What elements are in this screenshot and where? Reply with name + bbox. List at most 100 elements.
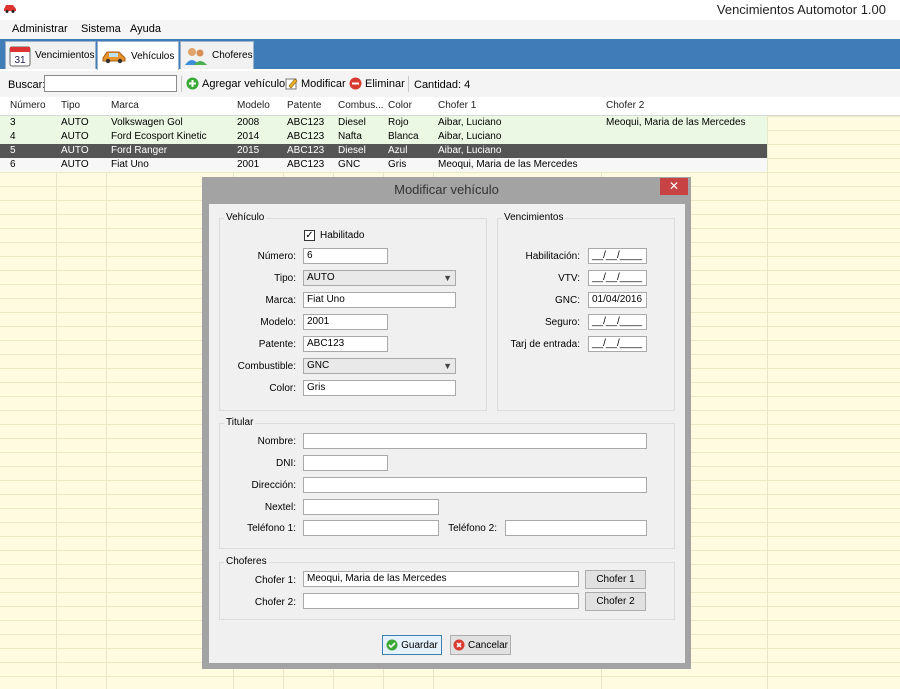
- table-cell: ABC123: [287, 131, 325, 142]
- table-row[interactable]: 5 AUTO Ford Ranger 2015 ABC123 Diesel Azul Aiba…: [0, 144, 767, 158]
- table-cell: Blanca: [388, 131, 419, 142]
- column-header[interactable]: Marca: [111, 100, 139, 111]
- direccion-field[interactable]: [303, 477, 647, 493]
- gnc-date-field[interactable]: 01/04/2016: [588, 292, 647, 308]
- column-header[interactable]: Combus...: [338, 100, 384, 111]
- table-cell: 2001: [237, 159, 260, 170]
- patente-field[interactable]: ABC123: [303, 336, 388, 352]
- habilitado-checkbox[interactable]: ✓: [304, 230, 315, 241]
- check-icon: [386, 639, 398, 651]
- table-row[interactable]: 4 AUTO Ford Ecosport Kinetic 2014 ABC123 Naft…: [0, 130, 767, 144]
- marca-label: Marca:: [265, 295, 296, 306]
- save-button[interactable]: Guardar: [382, 635, 442, 655]
- table-cell: Ford Ranger: [111, 145, 168, 156]
- tipo-label: Tipo:: [274, 273, 296, 284]
- search-input[interactable]: [44, 75, 177, 92]
- seguro-date-field[interactable]: __/__/____: [588, 314, 647, 330]
- group-title: Choferes: [224, 556, 269, 567]
- telefono2-field[interactable]: [505, 520, 647, 536]
- column-header[interactable]: Color: [388, 100, 412, 111]
- table-cell: ABC123: [287, 117, 325, 128]
- nombre-label: Nombre:: [257, 436, 296, 447]
- svg-text:31: 31: [14, 55, 26, 66]
- combustible-select[interactable]: GNC ▼: [303, 358, 456, 374]
- table-cell: Gris: [388, 159, 407, 170]
- table-cell: 4: [10, 131, 16, 142]
- column-header[interactable]: Chofer 1: [438, 100, 476, 111]
- column-header[interactable]: Tipo: [61, 100, 80, 111]
- table-cell: Aibar, Luciano: [438, 145, 502, 156]
- calendar-icon: 31: [9, 46, 31, 66]
- table-cell: Aibar, Luciano: [438, 131, 502, 142]
- tipo-select[interactable]: AUTO ▼: [303, 270, 456, 286]
- tab-vencimientos[interactable]: 31 Vencimientos: [5, 41, 96, 69]
- column-header[interactable]: Modelo: [237, 100, 270, 111]
- column-header[interactable]: Número: [10, 100, 46, 111]
- toolbar-separator: [408, 76, 409, 92]
- close-button[interactable]: ✕: [660, 178, 688, 195]
- tab-label: Choferes: [212, 50, 253, 61]
- menu-administrar[interactable]: Administrar: [12, 23, 68, 35]
- delete-button[interactable]: Eliminar: [349, 77, 405, 90]
- marca-field[interactable]: Fiat Uno: [303, 292, 456, 308]
- table-cell: Fiat Uno: [111, 159, 149, 170]
- tab-label: Vencimientos: [35, 50, 95, 61]
- table-cell: ABC123: [287, 159, 325, 170]
- chofer1-label: Chofer 1:: [254, 575, 296, 586]
- edit-icon: [285, 78, 298, 90]
- search-label: Buscar:: [8, 79, 46, 91]
- vehicle-count: Cantidad: 4: [414, 79, 471, 91]
- add-vehicle-button[interactable]: Agregar vehículo: [186, 77, 285, 90]
- color-field[interactable]: Gris: [303, 380, 456, 396]
- table-cell: Diesel: [338, 117, 366, 128]
- seguro-label: Seguro:: [544, 317, 580, 328]
- table-cell: Rojo: [388, 117, 409, 128]
- chofer2-button[interactable]: Chofer 2: [585, 592, 646, 611]
- table-cell: Azul: [388, 145, 408, 156]
- edit-button[interactable]: Modificar: [285, 77, 346, 90]
- patente-label: Patente:: [258, 339, 296, 350]
- combustible-label: Combustible:: [237, 361, 296, 372]
- tab-vehiculos[interactable]: Vehículos: [97, 41, 179, 70]
- toolbar-separator: [181, 76, 182, 92]
- chofer1-field[interactable]: Meoqui, Maria de las Mercedes: [303, 571, 579, 587]
- habilitacion-date-field[interactable]: __/__/____: [588, 248, 647, 264]
- table-cell: Aibar, Luciano: [438, 117, 502, 128]
- dialog-title: Modificar vehículo: [394, 182, 499, 197]
- modelo-field[interactable]: 2001: [303, 314, 388, 330]
- table-cell: 3: [10, 117, 16, 128]
- tarjeta-date-field[interactable]: __/__/____: [588, 336, 647, 352]
- direccion-label: Dirección:: [251, 480, 296, 491]
- table-cell: AUTO: [61, 145, 89, 156]
- numero-label: Número:: [257, 251, 296, 262]
- table-cell: Nafta: [338, 131, 362, 142]
- menu-bar: Administrar Sistema Ayuda: [0, 20, 900, 39]
- chofer2-field[interactable]: [303, 593, 579, 609]
- table-cell: ABC123: [287, 145, 325, 156]
- numero-field[interactable]: 6: [303, 248, 388, 264]
- tab-choferes[interactable]: Choferes: [180, 41, 254, 69]
- telefono1-field[interactable]: [303, 520, 439, 536]
- table-cell: 2008: [237, 117, 260, 128]
- vtv-date-field[interactable]: __/__/____: [588, 270, 647, 286]
- table-cell: Diesel: [338, 145, 366, 156]
- cancel-button[interactable]: Cancelar: [450, 635, 511, 655]
- chevron-down-icon: ▼: [443, 273, 452, 283]
- table-row[interactable]: 6 AUTO Fiat Uno 2001 ABC123 GNC Gris Meoqui, Ma…: [0, 158, 767, 172]
- dni-field[interactable]: [303, 455, 388, 471]
- add-icon: [186, 77, 199, 90]
- grid-row-line: [0, 676, 900, 677]
- column-header[interactable]: Patente: [287, 100, 321, 111]
- chofer1-button[interactable]: Chofer 1: [585, 570, 646, 589]
- table-cell: 2014: [237, 131, 260, 142]
- cancel-icon: [453, 639, 465, 651]
- telefono2-label: Teléfono 2:: [448, 523, 497, 534]
- nextel-field[interactable]: [303, 499, 439, 515]
- nombre-field[interactable]: [303, 433, 647, 449]
- menu-ayuda[interactable]: Ayuda: [130, 23, 161, 35]
- table-row[interactable]: 3 AUTO Volkswagen Gol 2008 ABC123 Diesel Rojo A…: [0, 116, 767, 130]
- modelo-label: Modelo:: [260, 317, 296, 328]
- menu-sistema[interactable]: Sistema: [81, 23, 121, 35]
- column-header[interactable]: Chofer 2: [606, 100, 644, 111]
- table-cell: 6: [10, 159, 16, 170]
